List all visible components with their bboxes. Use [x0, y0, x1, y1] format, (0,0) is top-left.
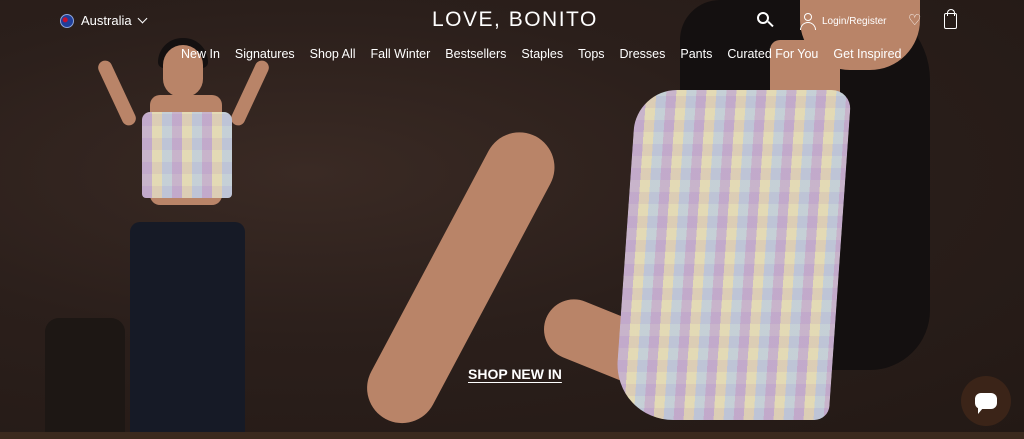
left-model-arm — [228, 58, 272, 128]
left-model-pants — [130, 222, 245, 432]
nav-item-new-in[interactable]: New In — [181, 47, 220, 61]
chevron-down-icon — [137, 13, 148, 24]
nav-item-shop-all[interactable]: Shop All — [310, 47, 356, 61]
background-chair — [45, 318, 125, 432]
left-model-plaid-top — [142, 112, 232, 198]
shop-new-in-link[interactable]: SHOP NEW IN — [468, 366, 562, 382]
header: Australia LOVE, BONITO Login/Register ♡ — [0, 0, 1024, 44]
nav-item-curated-for-you[interactable]: Curated For You — [727, 47, 818, 61]
chat-button[interactable] — [961, 376, 1011, 426]
chat-icon — [975, 393, 997, 414]
nav-item-staples[interactable]: Staples — [521, 47, 563, 61]
nav-item-get-inspired[interactable]: Get Inspired — [833, 47, 901, 61]
nav-item-signatures[interactable]: Signatures — [235, 47, 295, 61]
main-nav: New In Signatures Shop All Fall Winter B… — [181, 47, 901, 61]
nav-item-pants[interactable]: Pants — [680, 47, 712, 61]
search-icon[interactable] — [757, 12, 774, 28]
right-model-plaid-top — [613, 90, 852, 420]
login-label: Login/Register — [822, 16, 887, 27]
shopping-bag-icon[interactable] — [944, 9, 957, 29]
brand-logo[interactable]: LOVE, BONITO — [432, 8, 598, 32]
nav-item-bestsellers[interactable]: Bestsellers — [445, 47, 506, 61]
australia-flag-icon — [60, 13, 74, 28]
nav-item-tops[interactable]: Tops — [578, 47, 604, 61]
user-icon — [800, 13, 816, 30]
heart-icon[interactable]: ♡ — [908, 13, 924, 28]
bottom-strip — [0, 432, 1024, 439]
nav-item-dresses[interactable]: Dresses — [620, 47, 666, 61]
country-selector[interactable]: Australia — [60, 13, 148, 28]
right-model-arm — [354, 120, 567, 432]
left-model-arm — [95, 58, 139, 128]
nav-item-fall-winter[interactable]: Fall Winter — [371, 47, 431, 61]
country-label: Australia — [81, 13, 132, 28]
login-register-link[interactable]: Login/Register — [800, 13, 886, 30]
